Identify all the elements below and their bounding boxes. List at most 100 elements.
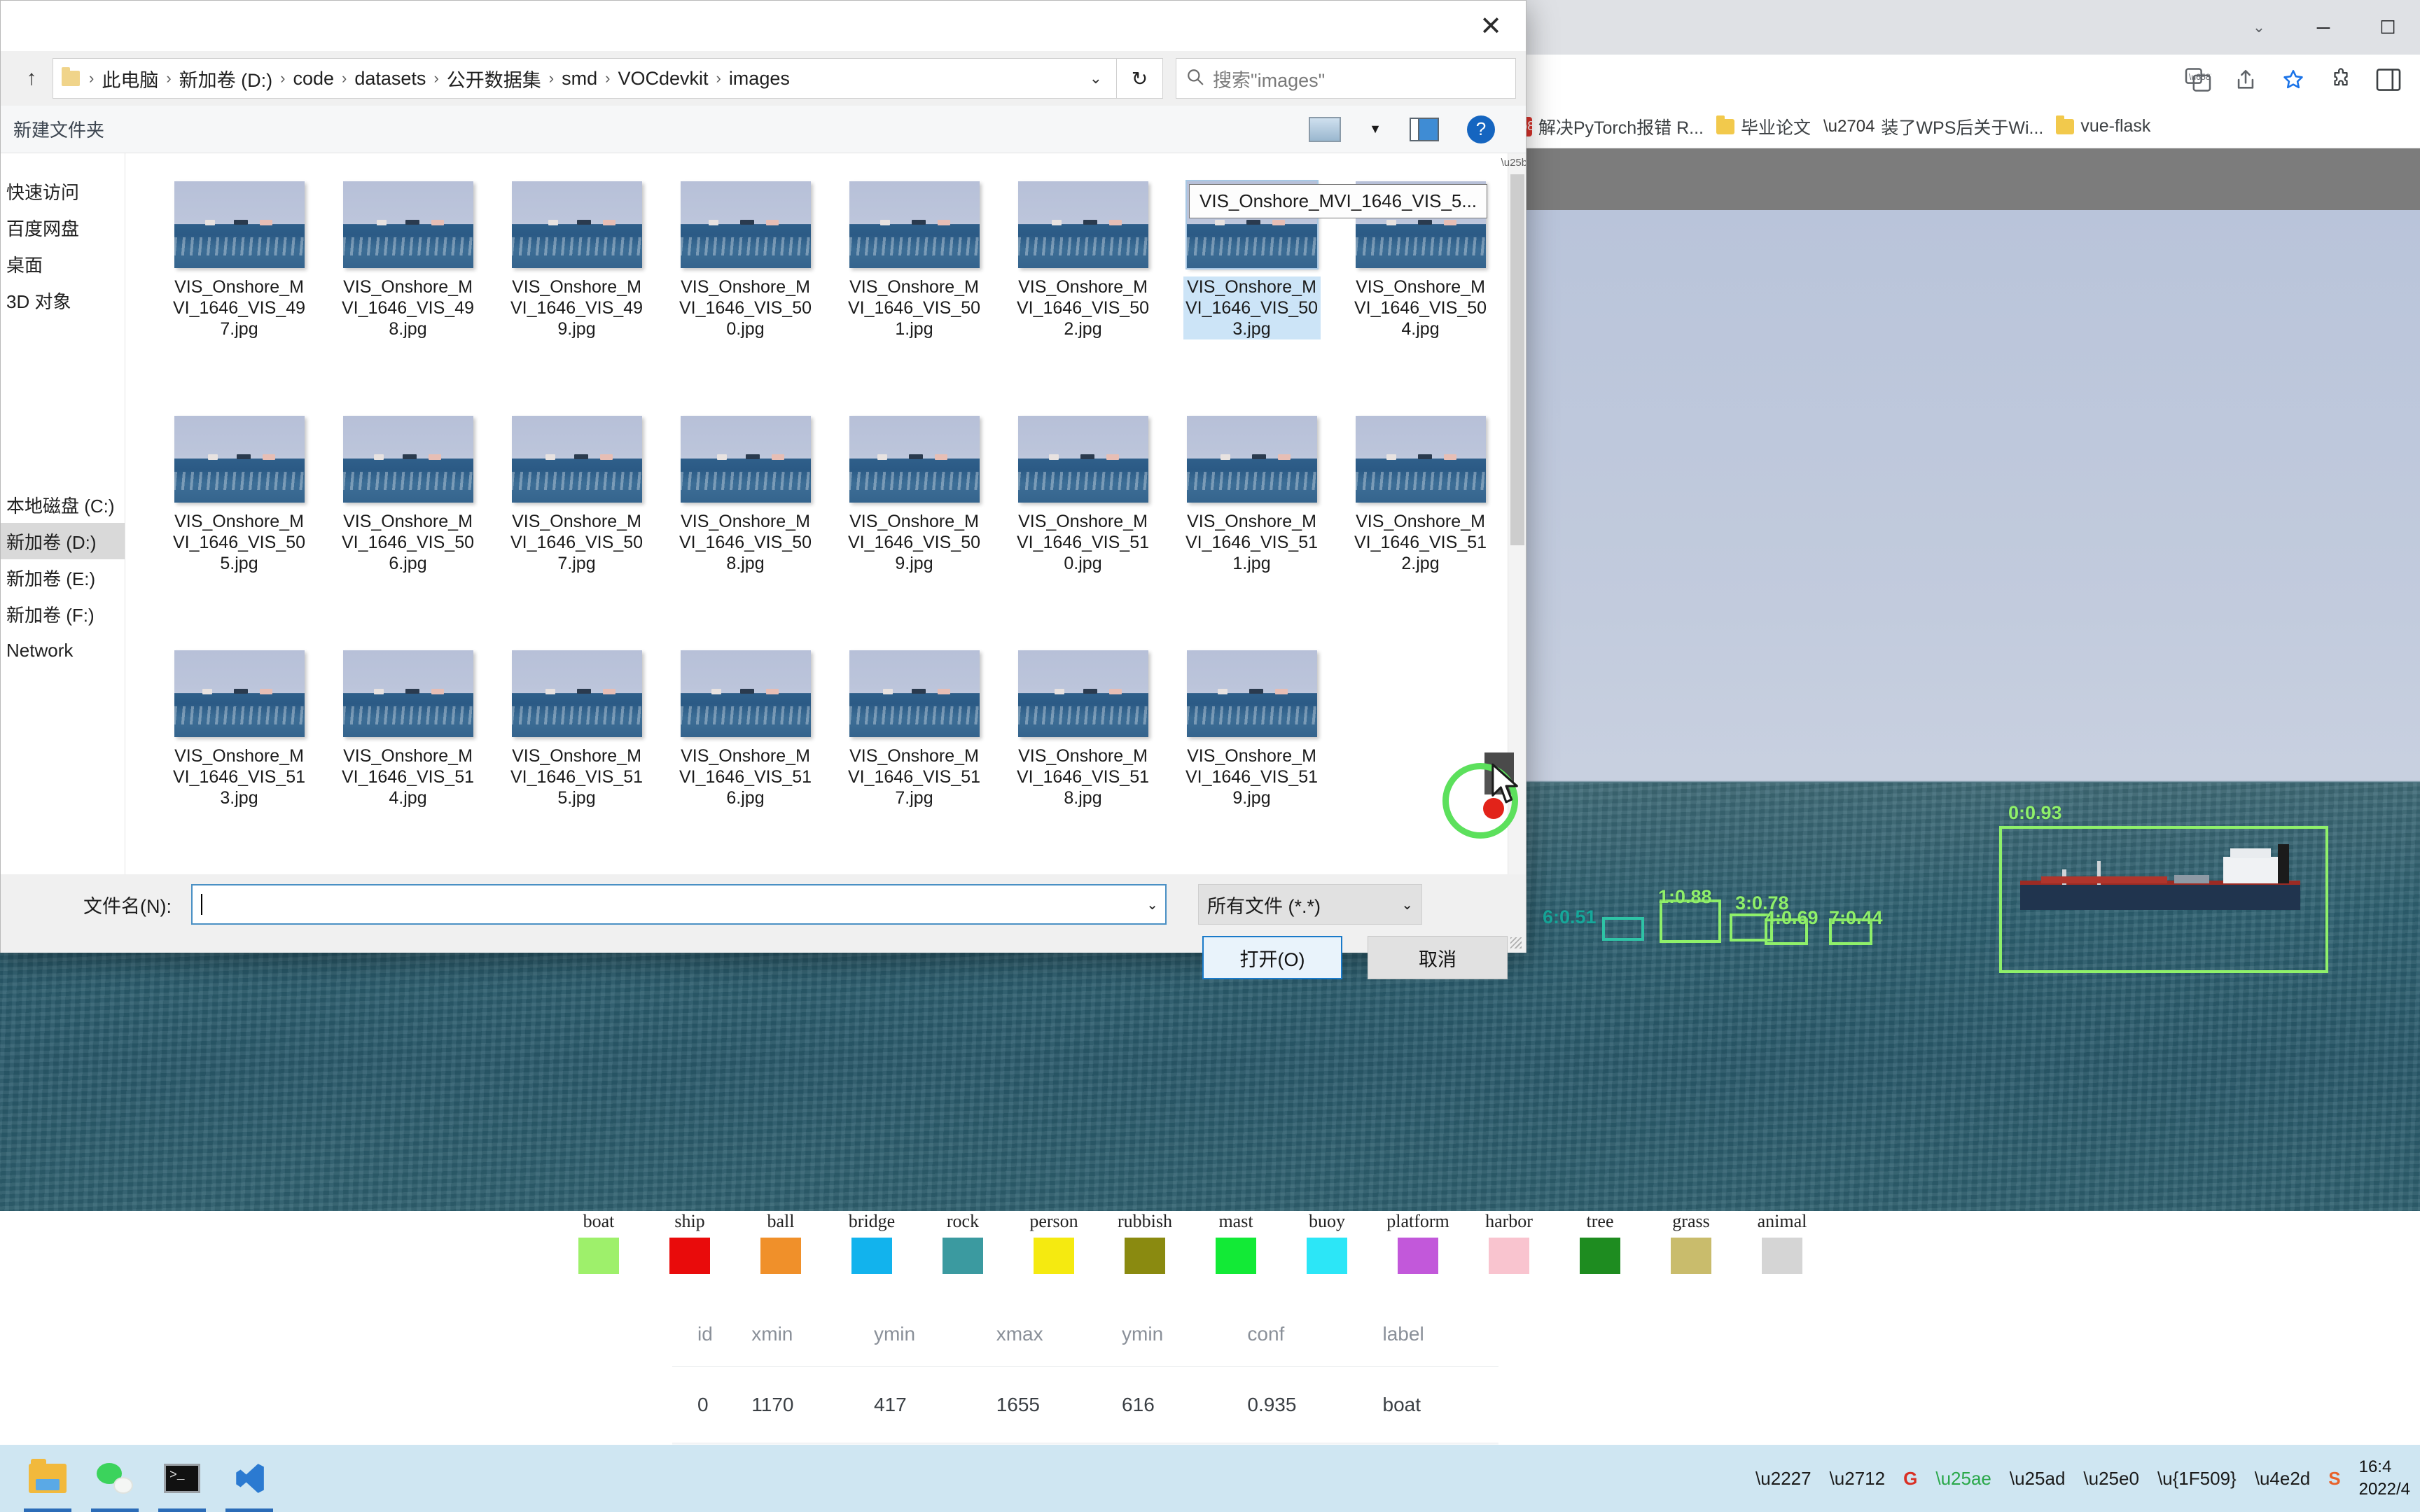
bookmark-item-2[interactable]: 毕业论文 [1712, 111, 1819, 142]
bbox-label-4: 4:0.69 [1765, 907, 1819, 928]
taskbar-wechat[interactable] [81, 1445, 148, 1512]
file-item[interactable]: VIS_Onshore_MVI_1646_VIS_513.jpg [155, 642, 324, 874]
sidebar-item-volume-f[interactable]: 新加卷 (F:) [1, 596, 125, 632]
table-row[interactable]: 0 1170 417 1655 616 0.935 boat [672, 1367, 1498, 1443]
file-item[interactable]: VIS_Onshore_MVI_1646_VIS_515.jpg [492, 642, 661, 874]
bookmark-item-1[interactable]: \u7b80 解决PyTorch报错 R... [1503, 111, 1712, 142]
file-item[interactable]: VIS_Onshore_MVI_1646_VIS_518.jpg [999, 642, 1167, 874]
sidebar-item-volume-d[interactable]: 新加卷 (D:) [1, 523, 125, 559]
file-item[interactable]: VIS_Onshore_MVI_1646_VIS_516.jpg [661, 642, 830, 874]
breadcrumb[interactable]: › 此电脑 › 新加卷 (D:) › code › datasets › 公开数… [53, 58, 1117, 99]
minimize-button[interactable]: ─ [2291, 0, 2356, 55]
view-mode-icon[interactable] [1309, 116, 1342, 142]
chevron-down-icon[interactable]: ⌄ [1146, 896, 1158, 913]
sidebar-item-local-disk-c[interactable]: 本地磁盘 (C:) [1, 486, 125, 523]
file-item[interactable]: VIS_Onshore_MVI_1646_VIS_507.jpg [492, 407, 661, 642]
wps-icon: \u2704 [1823, 116, 1875, 136]
filename-input[interactable]: ⌄ [191, 884, 1167, 925]
file-item[interactable]: VIS_Onshore_MVI_1646_VIS_505.jpg [155, 407, 324, 642]
file-item[interactable]: VIS_Onshore_MVI_1646_VIS_519.jpg [1167, 642, 1336, 874]
breadcrumb-item-0[interactable]: 此电脑 [99, 65, 161, 92]
file-type-select[interactable]: 所有文件 (*.*) ⌄ [1198, 884, 1422, 925]
display-icon[interactable]: \u25ad [2010, 1468, 2066, 1490]
file-grid[interactable]: VIS_Onshore_MVI_1646_VIS_497.jpg VIS_Ons… [125, 153, 1526, 874]
legend-swatch [1671, 1238, 1711, 1274]
resize-grip[interactable] [1510, 937, 1522, 948]
file-item[interactable]: VIS_Onshore_MVI_1646_VIS_501.jpg [830, 173, 999, 407]
sidebar-item-quick-access[interactable]: 快速访问 [1, 173, 125, 209]
extensions-icon[interactable] [2326, 65, 2356, 94]
legend-label: tree [1586, 1211, 1614, 1231]
bookmark-item-4[interactable]: vue-flask [2052, 113, 2159, 139]
breadcrumb-item-5[interactable]: smd [559, 68, 600, 90]
bookmark-item-3[interactable]: \u2704 装了WPS后关于Wi... [1819, 111, 2052, 142]
sidebar-item-volume-e[interactable]: 新加卷 (E:) [1, 559, 125, 596]
share-icon[interactable] [2231, 65, 2260, 94]
battery-icon[interactable]: \u25ae [1935, 1468, 1991, 1490]
file-item[interactable]: VIS_Onshore_MVI_1646_VIS_499.jpg [492, 173, 661, 407]
col-label: label [1382, 1323, 1424, 1345]
file-item[interactable]: VIS_Onshore_MVI_1646_VIS_517.jpg [830, 642, 999, 874]
side-panel-icon[interactable] [2374, 65, 2403, 94]
chevron-down-icon[interactable]: ⌄ [1080, 69, 1112, 88]
taskbar-clock[interactable]: 16:4 2022/4 [2359, 1456, 2410, 1501]
file-item[interactable]: VIS_Onshore_MVI_1646_VIS_512.jpg [1336, 407, 1505, 642]
close-icon[interactable]: ✕ [1456, 1, 1526, 51]
file-item[interactable]: VIS_Onshore_MVI_1646_VIS_497.jpg [155, 173, 324, 407]
breadcrumb-item-4[interactable]: 公开数据集 [444, 65, 544, 92]
breadcrumb-item-1[interactable]: 新加卷 (D:) [176, 65, 275, 92]
taskbar-file-explorer[interactable] [14, 1445, 81, 1512]
sidebar-item-network[interactable]: Network [1, 632, 125, 668]
file-item[interactable]: VIS_Onshore_MVI_1646_VIS_514.jpg [324, 642, 492, 874]
file-item[interactable]: VIS_Onshore_MVI_1646_VIS_508.jpg [661, 407, 830, 642]
open-button[interactable]: 打开(O) [1202, 936, 1342, 979]
breadcrumb-item-2[interactable]: code [290, 68, 337, 90]
new-folder-button[interactable]: 新建文件夹 [13, 116, 104, 142]
chevron-down-icon[interactable]: ⌄ [2227, 0, 2291, 55]
taskbar-terminal[interactable] [148, 1445, 216, 1512]
file-item[interactable]: VIS_Onshore_MVI_1646_VIS_502.jpg [999, 173, 1167, 407]
sogou-icon[interactable]: S [2328, 1468, 2340, 1490]
taskbar-vscode[interactable] [216, 1445, 283, 1512]
breadcrumb-separator: › [716, 69, 721, 87]
legend-swatch [943, 1238, 983, 1274]
volume-icon[interactable]: \u{1F509} [2157, 1468, 2237, 1490]
breadcrumb-item-7[interactable]: images [726, 68, 793, 90]
breadcrumb-item-3[interactable]: datasets [352, 68, 429, 90]
file-item[interactable]: VIS_Onshore_MVI_1646_VIS_500.jpg [661, 173, 830, 407]
file-item[interactable]: VIS_Onshore_MVI_1646_VIS_511.jpg [1167, 407, 1336, 642]
star-icon[interactable] [2279, 65, 2308, 94]
refresh-icon[interactable]: ↻ [1117, 58, 1163, 99]
chevron-up-icon[interactable]: \u2227 [1755, 1468, 1811, 1490]
preview-pane-icon[interactable] [1410, 117, 1439, 141]
scroll-up-icon[interactable]: \u25b2 [1501, 153, 1526, 172]
breadcrumb-item-6[interactable]: VOCdevkit [615, 68, 711, 90]
sidebar-item-desktop[interactable]: 桌面 [1, 246, 125, 282]
file-item[interactable]: VIS_Onshore_MVI_1646_VIS_498.jpg [324, 173, 492, 407]
file-item[interactable]: VIS_Onshore_MVI_1646_VIS_509.jpg [830, 407, 999, 642]
google-icon[interactable]: G [1903, 1468, 1917, 1490]
legend-item-rubbish: rubbish [1099, 1211, 1190, 1274]
translate-icon[interactable]: \u6587 [2183, 65, 2213, 94]
wifi-icon[interactable]: \u25e0 [2083, 1468, 2139, 1490]
pen-icon[interactable]: \u2712 [1830, 1468, 1886, 1490]
chevron-down-icon[interactable]: ▼ [1369, 122, 1382, 136]
sidebar-item-3d-objects[interactable]: 3D 对象 [1, 282, 125, 318]
up-arrow-icon[interactable]: ↑ [11, 58, 53, 99]
maximize-button[interactable]: ☐ [2356, 0, 2420, 55]
col-ymin2: ymin [1122, 1323, 1164, 1345]
taskbar: \u2227 \u2712 G \u25ae \u25ad \u25e0 \u{… [0, 1445, 2420, 1512]
file-item[interactable]: VIS_Onshore_MVI_1646_VIS_510.jpg [999, 407, 1167, 642]
sidebar-item-baidu-netdisk[interactable]: 百度网盘 [1, 209, 125, 246]
ime-icon[interactable]: \u4e2d [2255, 1468, 2311, 1490]
file-type-value: 所有文件 (*.*) [1207, 895, 1321, 917]
bookmark-label: 毕业论文 [1741, 118, 1811, 138]
help-icon[interactable]: ? [1467, 115, 1495, 144]
file-open-dialog: ✕ ↑ › 此电脑 › 新加卷 (D:) › code › datasets ›… [0, 0, 1527, 979]
search-box[interactable]: 搜索"images" [1176, 58, 1516, 99]
bbox-label-7: 7:0.44 [1829, 907, 1883, 928]
file-item[interactable]: VIS_Onshore_MVI_1646_VIS_506.jpg [324, 407, 492, 642]
scrollbar-thumb[interactable] [1510, 174, 1524, 545]
cancel-button[interactable]: 取消 [1368, 936, 1508, 979]
folder-icon [1716, 115, 1734, 134]
